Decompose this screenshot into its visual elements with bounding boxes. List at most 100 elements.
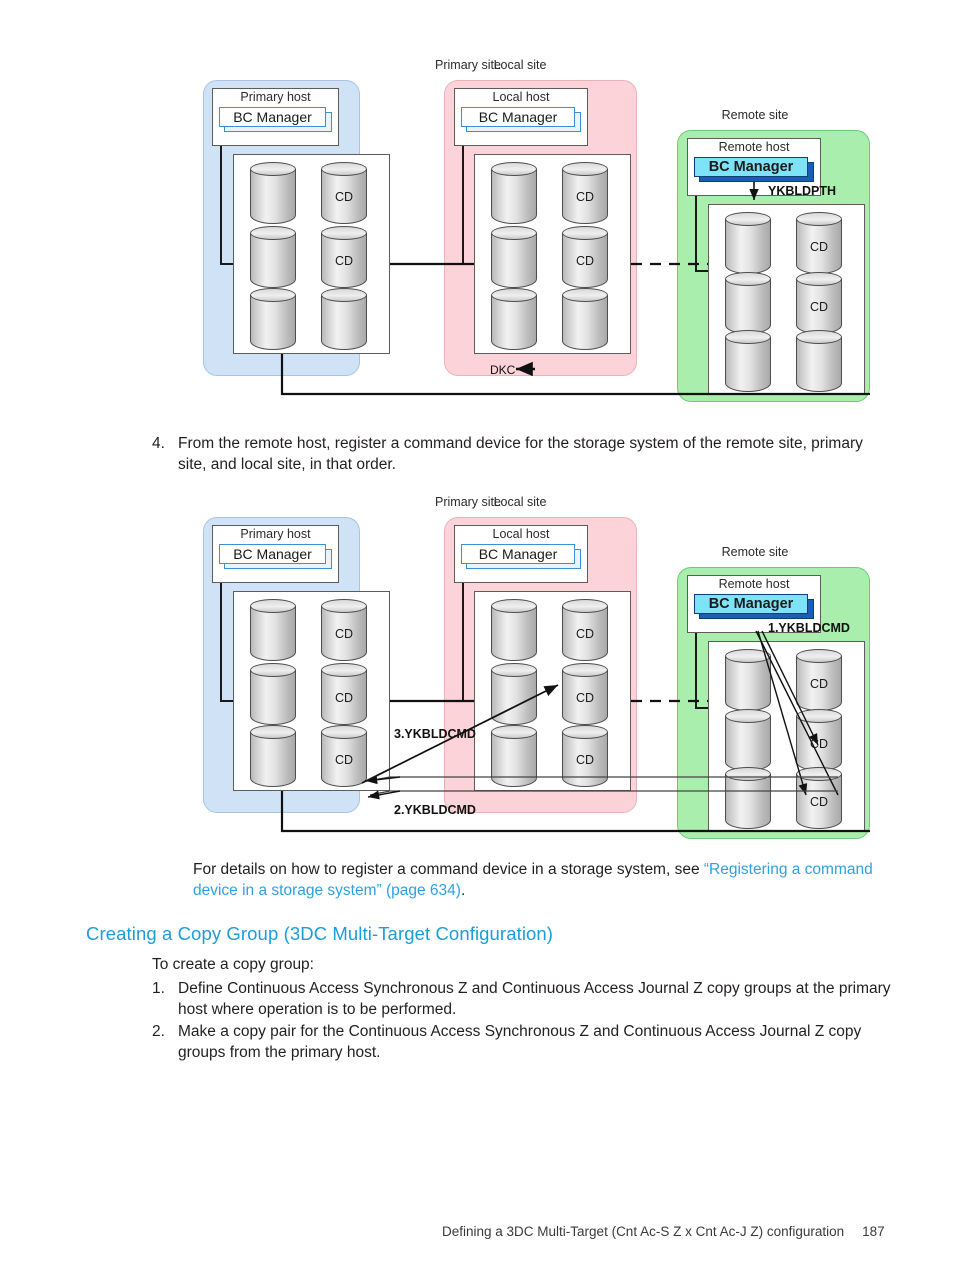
disk-cylinder: [250, 162, 296, 224]
disk-cylinder: CD: [796, 767, 842, 829]
disk-cylinder: CD: [321, 599, 367, 661]
page-footer: Defining a 3DC Multi-Target (Cnt Ac-S Z …: [442, 1224, 885, 1239]
disk-cylinder: CD: [796, 272, 842, 334]
host-box-primary: Primary host BC Manager: [212, 525, 339, 583]
bc-manager-primary: BC Manager: [219, 106, 332, 132]
disk-cd-label: CD: [334, 691, 354, 705]
disk-cylinder: CD: [562, 162, 608, 224]
disk-cylinder: CD: [562, 599, 608, 661]
disk-cylinder: CD: [796, 709, 842, 771]
disk-cylinder: [491, 725, 537, 787]
step-4-number: 4.: [152, 435, 165, 452]
connector-remote-host-vertical: [695, 633, 697, 709]
host-title-remote: Remote host: [718, 140, 790, 154]
site-label-remote: Remote site: [721, 545, 789, 559]
disk-cd-label: CD: [809, 677, 829, 691]
disk-cd-label: CD: [809, 795, 829, 809]
host-title-local: Local host: [492, 90, 550, 104]
disk-cylinder: [725, 212, 771, 274]
step-4-text: From the remote host, register a command…: [178, 435, 863, 473]
disk-cylinder: CD: [562, 226, 608, 288]
host-box-primary: Primary host BC Manager: [212, 88, 339, 146]
connector-local-host-vertical: [462, 146, 464, 264]
details-note-lead: For details on how to register a command…: [193, 861, 704, 878]
disk-cd-label: CD: [575, 190, 595, 204]
diagram-3dc-multi-target-paths: Primary site Primary host BC Manager CD: [190, 58, 880, 410]
bc-manager-label: BC Manager: [219, 106, 326, 127]
bc-manager-primary: BC Manager: [219, 543, 332, 569]
disk-cylinder: [725, 709, 771, 771]
disk-cylinder: [725, 767, 771, 829]
details-note-tail: .: [460, 881, 466, 899]
disk-cylinder: [725, 649, 771, 711]
disk-cylinder: [250, 599, 296, 661]
bc-manager-label: BC Manager: [219, 543, 326, 564]
host-box-local: Local host BC Manager: [454, 88, 588, 146]
disk-cylinder: [491, 663, 537, 725]
diagram-3dc-multi-target-command-devices: Primary site Primary host BC Manager CD: [190, 495, 880, 847]
disk-cd-label: CD: [809, 240, 829, 254]
connector-primary-host-vertical: [220, 146, 222, 264]
document-page: Primary site Primary host BC Manager CD: [0, 0, 954, 1271]
host-title-local: Local host: [492, 527, 550, 541]
disk-cylinder: CD: [321, 226, 367, 288]
disk-cd-label: CD: [575, 691, 595, 705]
bc-manager-remote: BC Manager: [694, 593, 814, 619]
label-2-ykbldcmd: 2.YKBLDCMD: [394, 803, 476, 817]
disk-cylinder: [491, 226, 537, 288]
disk-cylinder: CD: [321, 725, 367, 787]
host-box-local: Local host BC Manager: [454, 525, 588, 583]
disk-cylinder: CD: [321, 663, 367, 725]
bc-manager-label: BC Manager: [694, 593, 808, 614]
disk-cylinder: [250, 663, 296, 725]
footer-page-number: 187: [862, 1224, 885, 1239]
connector-remote-host-vertical: [695, 196, 697, 272]
disk-cd-label: CD: [334, 190, 354, 204]
disk-cd-label: CD: [575, 627, 595, 641]
bc-manager-label: BC Manager: [461, 543, 575, 564]
disk-cd-label: CD: [809, 300, 829, 314]
disk-cd-label: CD: [809, 737, 829, 751]
connector-primary-host-vertical: [220, 583, 222, 701]
bc-manager-label: BC Manager: [461, 106, 575, 127]
section-intro: To create a copy group:: [152, 956, 314, 973]
bc-manager-remote: BC Manager: [694, 156, 814, 182]
site-label-local: Local site: [493, 58, 547, 72]
label-3-ykbldcmd: 3.YKBLDCMD: [394, 727, 476, 741]
disk-cylinder: [725, 272, 771, 334]
disk-cylinder: CD: [562, 663, 608, 725]
bc-manager-local: BC Manager: [461, 543, 581, 569]
disk-cd-label: CD: [575, 254, 595, 268]
disk-cylinder: [321, 288, 367, 350]
disk-cylinder: [250, 725, 296, 787]
step-4: 4. From the remote host, register a comm…: [152, 434, 892, 476]
bc-manager-local: BC Manager: [461, 106, 581, 132]
disk-cylinder: [796, 330, 842, 392]
copy-group-step-2-number: 2.: [152, 1023, 165, 1040]
copy-group-step-1-text: Define Continuous Access Synchronous Z a…: [178, 980, 891, 1018]
site-label-remote: Remote site: [721, 108, 789, 122]
host-title-primary: Primary host: [240, 527, 311, 541]
disk-cylinder: [491, 162, 537, 224]
host-title-primary: Primary host: [240, 90, 311, 104]
footer-title: Defining a 3DC Multi-Target (Cnt Ac-S Z …: [442, 1224, 845, 1239]
disk-cylinder: CD: [796, 649, 842, 711]
copy-group-step-1-number: 1.: [152, 980, 165, 997]
disk-cylinder: [562, 288, 608, 350]
disk-cylinder: CD: [321, 162, 367, 224]
label-1-ykbldcmd: 1.YKBLDCMD: [768, 621, 850, 635]
details-note: For details on how to register a command…: [193, 860, 873, 902]
section-heading-creating-copy-group: Creating a Copy Group (3DC Multi-Target …: [86, 923, 554, 944]
copy-group-step-1: 1. Define Continuous Access Synchronous …: [152, 979, 892, 1021]
disk-cd-label: CD: [334, 753, 354, 767]
disk-cylinder: CD: [796, 212, 842, 274]
copy-group-step-2: 2. Make a copy pair for the Continuous A…: [152, 1022, 904, 1064]
disk-cd-label: CD: [334, 627, 354, 641]
label-ykbldpth: YKBLDPTH: [768, 184, 837, 198]
disk-cd-label: CD: [575, 753, 595, 767]
label-dkc: DKC: [490, 363, 516, 377]
disk-cylinder: [250, 226, 296, 288]
disk-cylinder: CD: [562, 725, 608, 787]
disk-cylinder: [725, 330, 771, 392]
site-label-local: Local site: [493, 495, 547, 509]
